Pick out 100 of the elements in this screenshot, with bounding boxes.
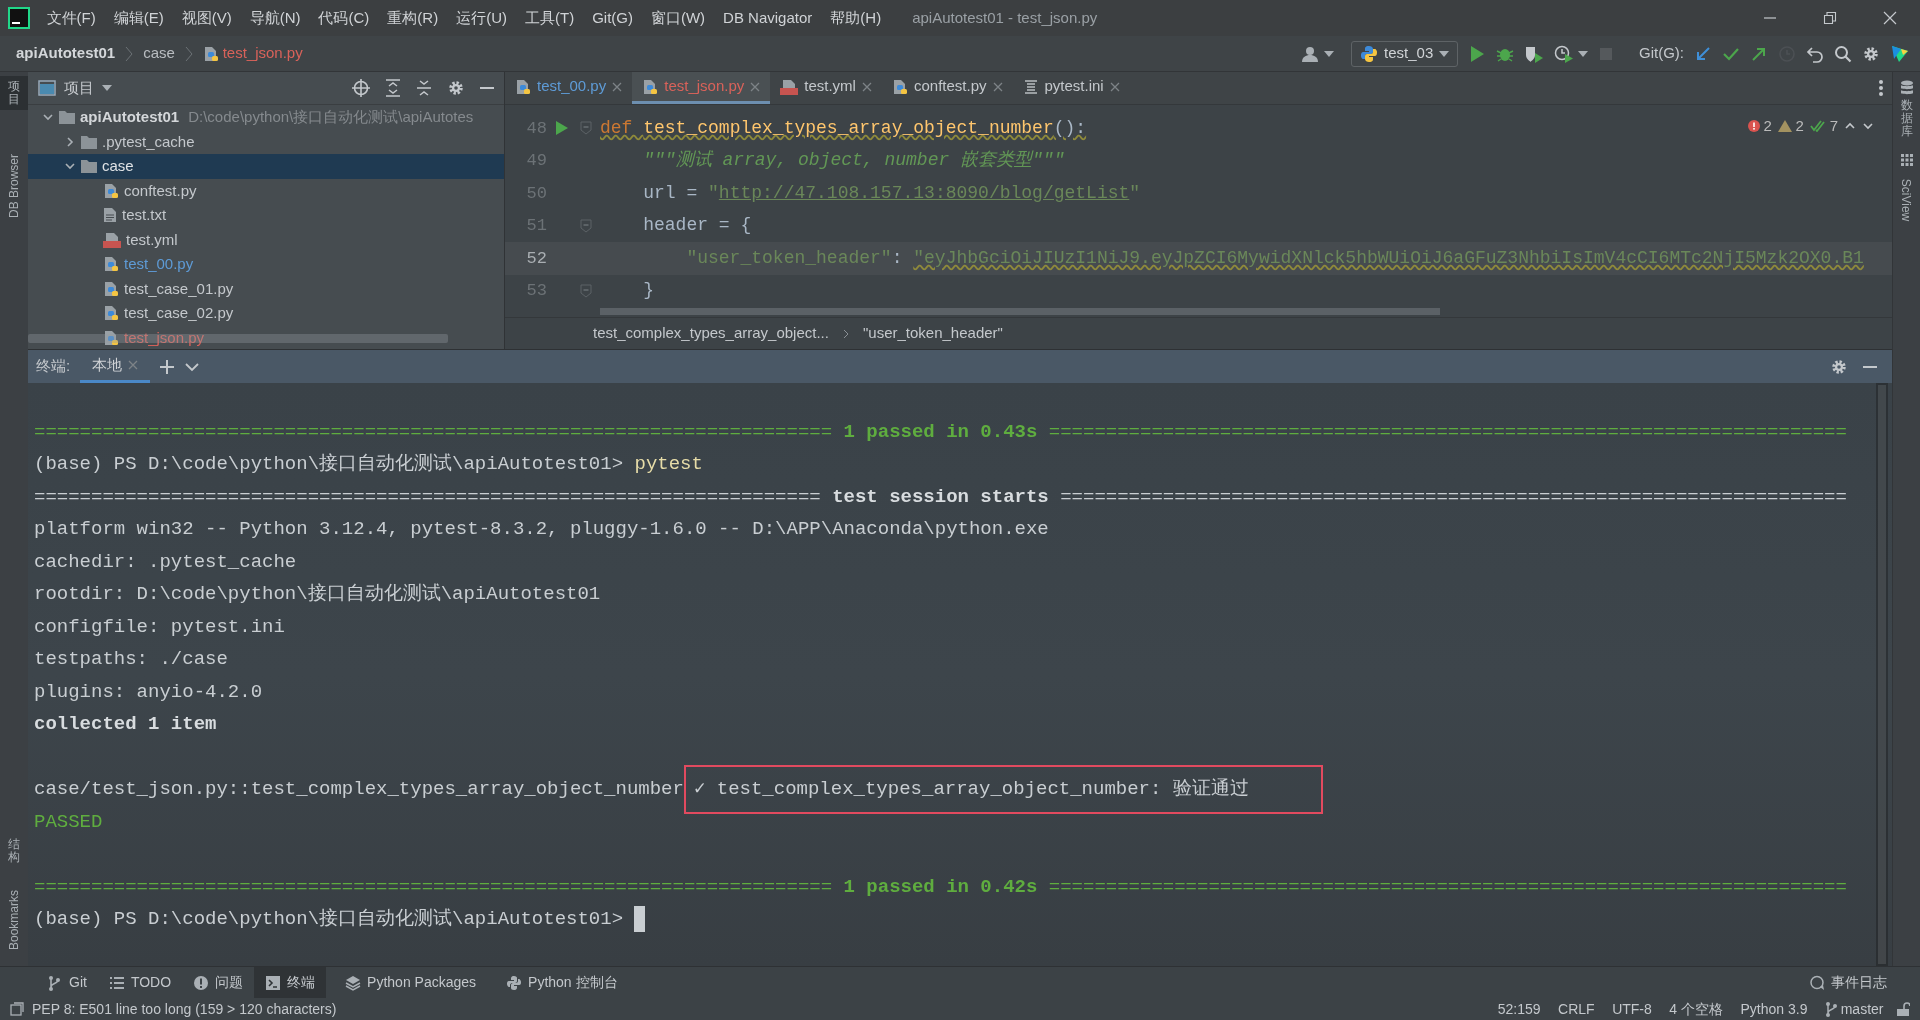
menu-item[interactable]: 运行(U): [447, 6, 516, 30]
tool-window-tab[interactable]: 结构: [0, 833, 28, 868]
tool-window-tab[interactable]: Bookmarks: [0, 874, 28, 966]
more-icon[interactable]: [1878, 79, 1884, 97]
settings-icon[interactable]: [447, 79, 465, 97]
status-item[interactable]: CRLF: [1553, 998, 1600, 1020]
breadcrumb-item[interactable]: test_complex_types_array_object...: [593, 322, 829, 345]
terminal-text: case/test_json.py::test_complex_types_array_object_number: [34, 777, 684, 802]
tool-window-button[interactable]: 问题: [182, 966, 255, 999]
python-file-icon: [891, 78, 908, 95]
breadcrumb-item[interactable]: "user_token_header": [862, 322, 1003, 345]
menu-item[interactable]: 重构(R): [378, 6, 448, 30]
tree-item[interactable]: test.txt: [28, 203, 504, 228]
separator-text: ======================================================================: [1048, 419, 1847, 445]
menu-item[interactable]: Git(G): [583, 6, 642, 30]
tool-window-button[interactable]: 终端: [254, 966, 327, 999]
expand-all-icon[interactable]: [385, 79, 401, 97]
tool-window-tab[interactable]: SciView: [1892, 148, 1920, 234]
menu-item[interactable]: 代码(C): [309, 6, 379, 30]
close-icon: [1883, 11, 1897, 25]
weak-warning-count[interactable]: 7: [1809, 115, 1838, 138]
terminal-text: (base) PS D:\code\python\接口自动化测试\apiAutotest01>: [34, 452, 625, 477]
branch-icon: [47, 974, 63, 991]
run-icon[interactable]: [555, 120, 569, 137]
menu-item[interactable]: 编辑(E): [104, 6, 173, 30]
caret-icon[interactable]: [1439, 49, 1450, 58]
warning-count[interactable]: 2: [1777, 115, 1804, 138]
settings-icon[interactable]: [1829, 357, 1848, 376]
tool-window-button[interactable]: Python Packages: [334, 966, 488, 999]
caret-icon[interactable]: [1323, 49, 1334, 58]
event-log-button[interactable]: 事件日志: [1797, 966, 1898, 999]
chevron-down-icon[interactable]: [184, 360, 201, 373]
tool-window-tab[interactable]: 项目: [0, 76, 28, 111]
menu-item[interactable]: 帮助(H): [821, 6, 891, 30]
tree-item[interactable]: case: [28, 154, 504, 179]
tool-window-tab[interactable]: DB Browser: [0, 140, 28, 233]
profile-button[interactable]: [1554, 44, 1588, 63]
menu-item[interactable]: 视图(V): [172, 6, 241, 30]
caret-icon[interactable]: [1578, 49, 1588, 58]
chat-icon: [1808, 974, 1825, 991]
close-icon[interactable]: [750, 81, 761, 92]
scrollbar[interactable]: [600, 308, 1440, 315]
tool-window-button[interactable]: Git: [36, 966, 98, 999]
terminal-text: PASSED: [34, 809, 103, 835]
scrollbar[interactable]: [1876, 383, 1888, 966]
editor-tab[interactable]: test_00.py: [505, 72, 633, 104]
run-configuration-dropdown[interactable]: test_03: [1351, 40, 1459, 67]
panel-toggle-icon[interactable]: [10, 1002, 24, 1016]
tree-item[interactable]: test_case_02.py: [28, 301, 504, 326]
tree-item[interactable]: .pytest_cache: [28, 129, 504, 154]
lock-icon[interactable]: [1896, 1002, 1910, 1016]
settings-icon[interactable]: [1862, 44, 1880, 63]
close-icon[interactable]: [861, 81, 872, 92]
search-icon[interactable]: [1834, 44, 1852, 63]
undo-icon[interactable]: [1806, 44, 1824, 63]
menu-item[interactable]: DB Navigator: [714, 6, 822, 30]
account-button[interactable]: [1301, 45, 1334, 62]
panel-title: 终端:: [36, 356, 71, 377]
tool-window-button[interactable]: TODO: [97, 966, 183, 999]
update-icon[interactable]: [1694, 44, 1712, 63]
folder-icon: [81, 134, 97, 149]
tree-item[interactable]: conftest.py: [28, 178, 504, 203]
add-icon[interactable]: [160, 359, 175, 374]
close-icon[interactable]: [1109, 81, 1120, 92]
chevron-right-icon: [184, 45, 193, 62]
coverage-icon[interactable]: [1524, 44, 1545, 63]
project-view-dropdown[interactable]: 项目: [64, 76, 112, 100]
status-item[interactable]: Python 3.9: [1735, 998, 1813, 1020]
status-item[interactable]: 52:159: [1492, 998, 1546, 1020]
close-icon[interactable]: [612, 81, 623, 92]
code-line: """测试 array, object, number 嵌套类型""": [642, 149, 1065, 173]
status-item[interactable]: 4 个空格: [1664, 998, 1728, 1020]
python-file-icon: [642, 78, 659, 95]
tool-window-tab[interactable]: 数据库: [1892, 76, 1920, 143]
window-title: apiAutotest01 - test_json.py: [912, 7, 1098, 28]
editor-tab[interactable]: test.yml: [770, 72, 882, 104]
toolbox-logo-icon[interactable]: [1890, 43, 1910, 64]
menu-item[interactable]: 窗口(W): [641, 6, 715, 30]
status-item[interactable]: UTF-8: [1607, 998, 1657, 1020]
tree-item[interactable]: test.yml: [28, 227, 504, 252]
terminal-text: cachedir: .pytest_cache: [34, 549, 297, 575]
breadcrumb-item[interactable]: case: [143, 42, 175, 65]
tree-item[interactable]: test_case_01.py: [28, 276, 504, 301]
menu-item[interactable]: 导航(N): [240, 6, 310, 30]
breadcrumb-item[interactable]: apiAutotest01: [16, 42, 116, 65]
locate-icon[interactable]: [352, 79, 370, 97]
settings-file-icon: [1022, 78, 1039, 95]
editor-tab[interactable]: conftest.py: [881, 72, 1013, 104]
error-count[interactable]: 2: [1747, 115, 1772, 138]
chevron-right-icon[interactable]: [64, 135, 76, 148]
terminal-text: 1 passed in 0.43s: [842, 419, 1039, 445]
terminal-text: configfile: pytest.ini: [34, 614, 285, 640]
git-branch-widget[interactable]: master: [1819, 998, 1889, 1020]
collapse-all-icon[interactable]: [416, 79, 432, 97]
tool-window-button[interactable]: Python 控制台: [495, 966, 629, 999]
menu-item[interactable]: 工具(T): [515, 6, 584, 30]
close-icon[interactable]: [992, 81, 1003, 92]
caret-icon[interactable]: [101, 84, 112, 92]
menu-item[interactable]: 文件(F): [37, 6, 105, 30]
editor-tab[interactable]: pytest.ini: [1012, 72, 1130, 104]
